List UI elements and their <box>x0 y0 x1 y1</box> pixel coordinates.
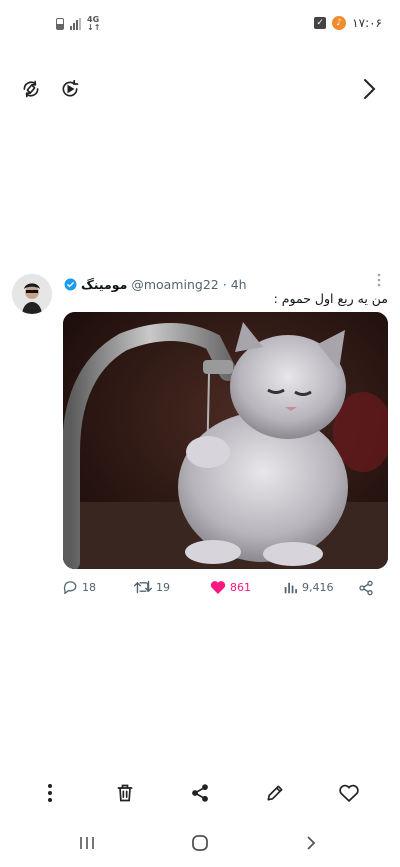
reply-icon <box>63 581 77 594</box>
recent-apps-button[interactable] <box>72 832 102 854</box>
edit-pencil-icon <box>267 785 283 801</box>
view-count: 9,416 <box>302 580 334 594</box>
motion-photo-play-icon <box>62 79 79 97</box>
views-bar-icon <box>284 582 297 594</box>
network-4g-icon: 4G ↓↑ <box>87 15 101 32</box>
user-avatar-image <box>12 274 52 314</box>
retweet-count: 19 <box>156 580 170 594</box>
retweet-button[interactable]: 19 <box>134 580 170 594</box>
retweet-icon <box>134 580 152 594</box>
tweet-text: من یه ربع اول حموم : <box>273 291 388 306</box>
back-button[interactable] <box>296 832 326 854</box>
checkbox-notification-icon: ✓ <box>314 17 327 29</box>
back-icon <box>307 836 316 850</box>
bottom-toolbar <box>0 778 400 810</box>
trash-icon <box>117 784 133 802</box>
recent-apps-icon <box>80 837 94 849</box>
tweet-media[interactable] <box>63 312 388 569</box>
views-button[interactable]: 9,416 <box>284 580 334 594</box>
navigation-bar <box>0 828 400 858</box>
next-button[interactable] <box>352 72 386 106</box>
share-icon <box>192 784 208 802</box>
heart-outline-icon <box>339 784 359 802</box>
tweet-card: مومینگ @moaming22 · 4h من یه ربع اول حمو… <box>0 266 400 596</box>
edit-button[interactable] <box>260 778 290 808</box>
home-button[interactable] <box>185 832 215 854</box>
home-icon <box>192 835 208 851</box>
share-tweet-button[interactable] <box>358 580 374 596</box>
share-button[interactable] <box>185 778 215 808</box>
battery-icon <box>56 18 64 30</box>
like-button[interactable]: 861 <box>210 580 251 594</box>
heart-filled-icon <box>210 581 226 594</box>
auto-rotate-button[interactable] <box>14 72 48 106</box>
reply-count: 18 <box>82 580 96 594</box>
signal-icon <box>70 18 81 30</box>
status-bar: 4G ↓↑ ✓ ♪ ۱۷:۰۶ <box>0 0 400 52</box>
avatar[interactable] <box>12 274 52 314</box>
status-time: ۱۷:۰۶ <box>352 16 382 30</box>
auto-rotate-icon <box>23 80 39 98</box>
more-dots-icon <box>377 273 381 287</box>
tweet-more-button[interactable] <box>374 272 384 288</box>
like-count: 861 <box>230 580 251 594</box>
motion-photo-button[interactable] <box>53 72 87 106</box>
more-options-button[interactable] <box>35 778 65 808</box>
viewer-toolbar <box>0 72 400 108</box>
chevron-right-icon <box>364 79 376 99</box>
share-icon <box>359 580 373 596</box>
cat-drinking-faucet-image <box>63 312 388 569</box>
more-vertical-icon <box>48 784 52 802</box>
favorite-button[interactable] <box>334 778 364 808</box>
delete-button[interactable] <box>110 778 140 808</box>
status-time-area: ✓ ♪ ۱۷:۰۶ <box>314 16 382 30</box>
music-app-icon: ♪ <box>332 16 347 30</box>
verified-badge-icon <box>64 278 77 290</box>
tweet-actions: 18 19 861 9,416 <box>62 580 382 596</box>
reply-button[interactable]: 18 <box>62 580 96 594</box>
status-indicators: 4G ↓↑ <box>56 16 100 32</box>
